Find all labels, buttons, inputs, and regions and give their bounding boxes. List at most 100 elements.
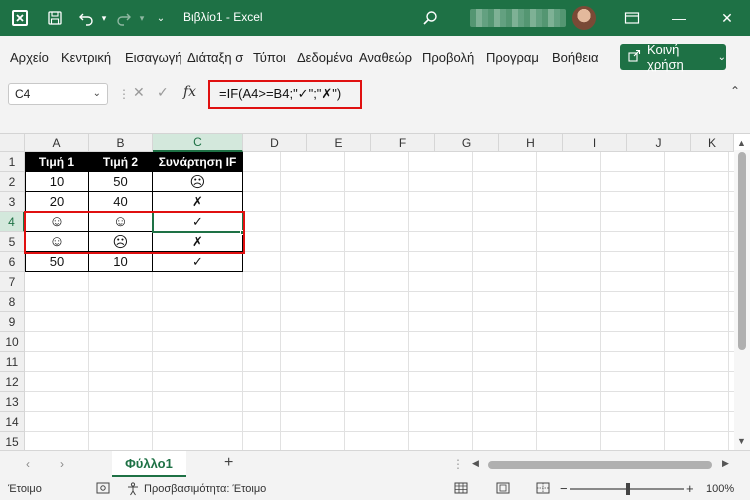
- horizontal-scroll-thumb[interactable]: [488, 461, 712, 469]
- chevron-down-icon[interactable]: ⌄: [93, 88, 101, 99]
- maximize-button[interactable]: [660, 0, 706, 36]
- macro-recording-icon[interactable]: [96, 482, 110, 497]
- column-header-i[interactable]: I: [563, 134, 627, 152]
- add-sheet-button[interactable]: +: [224, 454, 233, 472]
- row-header-3[interactable]: 3: [0, 192, 25, 212]
- undo-icon[interactable]: [76, 8, 96, 28]
- row-header-2[interactable]: 2: [0, 172, 25, 192]
- select-all-corner[interactable]: [0, 134, 25, 152]
- page-break-view-icon[interactable]: [536, 482, 550, 497]
- name-box-value: C4: [15, 87, 31, 101]
- table-cell[interactable]: 40: [89, 192, 153, 212]
- window-title: Βιβλίο1 - Excel: [183, 10, 263, 24]
- table-cell[interactable]: ✗: [153, 192, 243, 212]
- table-header-cell[interactable]: Τιμή 1: [25, 152, 89, 172]
- scroll-right-icon[interactable]: ▶: [722, 458, 729, 469]
- zoom-slider-knob[interactable]: [626, 483, 630, 495]
- menu-item-help[interactable]: Βοήθεια: [552, 50, 599, 65]
- table-cell[interactable]: ☹: [153, 172, 243, 192]
- column-header-f[interactable]: F: [371, 134, 435, 152]
- column-header-g[interactable]: G: [435, 134, 499, 152]
- status-accessibility[interactable]: Προσβασιμότητα: Έτοιμο: [144, 483, 266, 495]
- share-label: Κοινή χρήση: [647, 42, 684, 72]
- column-header-b[interactable]: B: [89, 134, 153, 152]
- cancel-icon[interactable]: ✕: [133, 84, 145, 101]
- accessibility-icon[interactable]: [126, 482, 140, 499]
- menu-item-page-layout[interactable]: Διάταξη σ: [187, 50, 245, 65]
- menu-item-view[interactable]: Προβολή: [422, 50, 474, 65]
- normal-view-icon[interactable]: [454, 482, 468, 497]
- redo-dropdown-icon[interactable]: ▾: [136, 8, 148, 28]
- menu-item-file[interactable]: Αρχείο: [10, 50, 49, 65]
- zoom-in-button[interactable]: +: [686, 481, 694, 496]
- zoom-out-button[interactable]: −: [560, 481, 568, 496]
- row-header-15[interactable]: 15: [0, 432, 25, 450]
- menu-item-developer[interactable]: Προγραμ: [486, 50, 543, 65]
- menu-item-data[interactable]: Δεδομένα: [297, 50, 352, 65]
- row-header-8[interactable]: 8: [0, 292, 25, 312]
- row-header-11[interactable]: 11: [0, 352, 25, 372]
- column-header-a[interactable]: A: [25, 134, 89, 152]
- row-header-13[interactable]: 13: [0, 392, 25, 412]
- save-icon[interactable]: [44, 8, 66, 28]
- table-cell[interactable]: ✓: [153, 252, 243, 272]
- row-header-4[interactable]: 4: [0, 212, 25, 232]
- menu-item-review[interactable]: Αναθεώρ: [359, 50, 415, 65]
- table-cell[interactable]: 10: [25, 172, 89, 192]
- row-header-5[interactable]: 5: [0, 232, 25, 252]
- column-header-c[interactable]: C: [153, 134, 243, 152]
- zoom-level[interactable]: 100%: [706, 483, 734, 495]
- row-header-1[interactable]: 1: [0, 152, 25, 172]
- vertical-scroll-thumb[interactable]: [738, 152, 746, 350]
- name-box[interactable]: C4 ⌄: [8, 83, 108, 105]
- table-cell[interactable]: 50: [89, 172, 153, 192]
- menu-item-insert[interactable]: Εισαγωγή: [125, 50, 181, 65]
- worksheet-grid[interactable]: A B C D E F G H I J K 1 2 3 4 5 6 7 8 9 …: [0, 134, 750, 450]
- scroll-left-icon[interactable]: ◀: [472, 458, 479, 469]
- table-cell[interactable]: 50: [25, 252, 89, 272]
- row-header-6[interactable]: 6: [0, 252, 25, 272]
- column-header-h[interactable]: H: [499, 134, 563, 152]
- table-cell[interactable]: 20: [25, 192, 89, 212]
- title-bar: ▾ ▾ ⌄ Βιβλίο1 - Excel — ✕: [0, 0, 750, 36]
- column-header-j[interactable]: J: [627, 134, 691, 152]
- page-layout-view-icon[interactable]: [496, 482, 510, 497]
- vertical-scrollbar[interactable]: ▲ ▼: [734, 138, 750, 450]
- row-header-7[interactable]: 7: [0, 272, 25, 292]
- enter-icon[interactable]: ✓: [157, 84, 169, 101]
- account-name-blurred: [470, 9, 566, 27]
- sheet-prev-icon[interactable]: ‹: [26, 457, 30, 471]
- column-header-k[interactable]: K: [691, 134, 734, 152]
- sheet-tab[interactable]: Φύλλο1: [112, 451, 186, 477]
- column-header-d[interactable]: D: [243, 134, 307, 152]
- share-button[interactable]: Κοινή χρήση ⌄: [620, 42, 726, 72]
- status-bar: Έτοιμο Προσβασιμότητα: Έτοιμο − + 100%: [0, 478, 750, 500]
- menu-item-home[interactable]: Κεντρική: [61, 50, 111, 65]
- customize-toolbar-icon[interactable]: ⌄: [154, 8, 168, 28]
- more-options-icon: ⋮: [118, 87, 130, 101]
- sheet-next-icon[interactable]: ›: [60, 457, 64, 471]
- menu-item-formulas[interactable]: Τύποι: [253, 50, 286, 65]
- expand-formula-bar-icon[interactable]: ⌃: [730, 84, 740, 98]
- table-header-cell[interactable]: Τιμή 2: [89, 152, 153, 172]
- search-icon[interactable]: [420, 8, 440, 28]
- share-icon: [628, 49, 641, 65]
- more-options-icon: ⋮: [452, 457, 464, 471]
- row-header-14[interactable]: 14: [0, 412, 25, 432]
- column-header-e[interactable]: E: [307, 134, 371, 152]
- insert-function-icon[interactable]: fx: [183, 84, 196, 100]
- scroll-down-icon[interactable]: ▼: [737, 436, 746, 446]
- undo-dropdown-icon[interactable]: ▾: [98, 8, 110, 28]
- row-header-12[interactable]: 12: [0, 372, 25, 392]
- scroll-up-icon[interactable]: ▲: [737, 138, 746, 148]
- row-header-10[interactable]: 10: [0, 332, 25, 352]
- row-header-9[interactable]: 9: [0, 312, 25, 332]
- avatar[interactable]: [572, 6, 596, 30]
- horizontal-scrollbar[interactable]: ◀ ▶: [472, 458, 732, 471]
- table-header-cell[interactable]: Συνάρτηση IF: [153, 152, 243, 172]
- status-ready: Έτοιμο: [8, 483, 42, 495]
- redo-icon[interactable]: [114, 8, 134, 28]
- ribbon-display-options-icon[interactable]: [622, 8, 642, 28]
- table-cell[interactable]: 10: [89, 252, 153, 272]
- close-button[interactable]: ✕: [704, 0, 750, 36]
